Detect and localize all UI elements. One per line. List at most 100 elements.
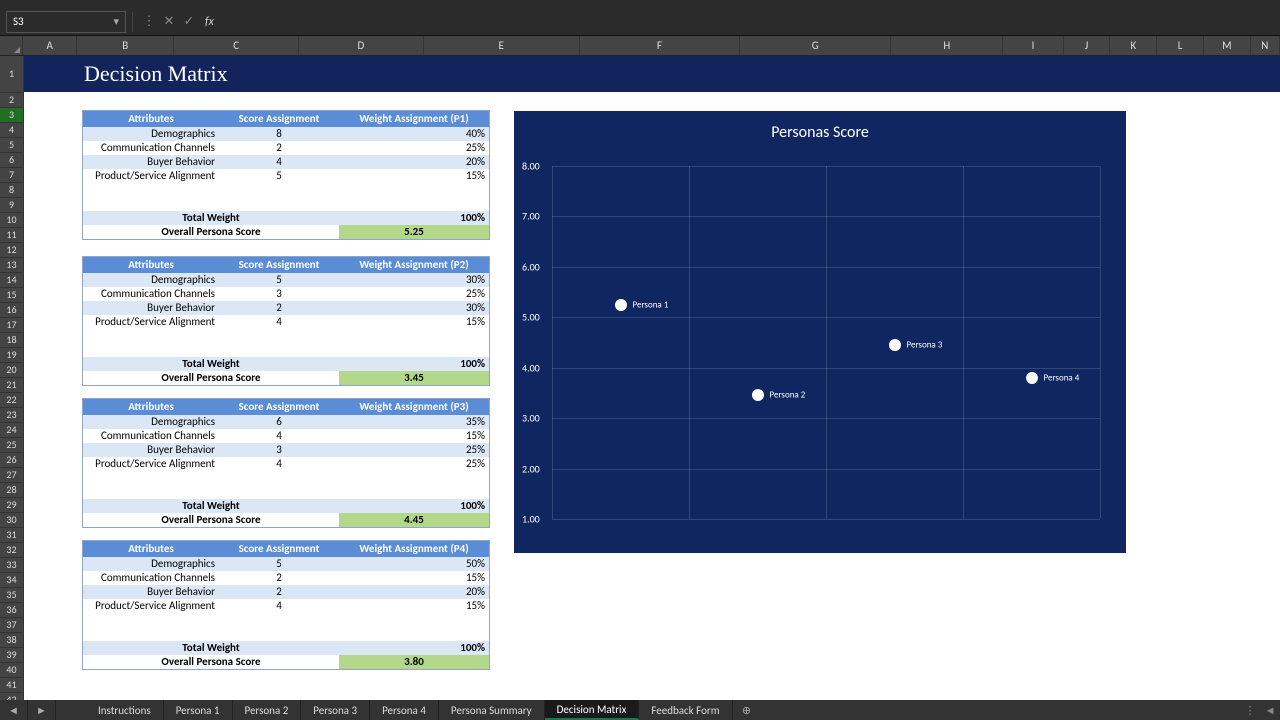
table-row[interactable]: Buyer Behavior420% [83, 155, 489, 169]
row-header-25[interactable]: 25 [0, 438, 23, 453]
row-header-24[interactable]: 24 [0, 423, 23, 438]
row-header-31[interactable]: 31 [0, 528, 23, 543]
name-box[interactable]: S3 ▾ [6, 11, 126, 33]
data-point[interactable] [889, 339, 901, 351]
row-header-20[interactable]: 20 [0, 363, 23, 378]
table-row[interactable]: Demographics635% [83, 415, 489, 429]
fx-icon[interactable]: fx [205, 15, 214, 29]
col-header-N[interactable]: N [1251, 36, 1280, 55]
col-header-G[interactable]: G [740, 36, 891, 55]
row-header-29[interactable]: 29 [0, 498, 23, 513]
row-header-4[interactable]: 4 [0, 123, 23, 138]
row-header-40[interactable]: 40 [0, 663, 23, 678]
table-row[interactable]: Communication Channels215% [83, 571, 489, 585]
row-header-18[interactable]: 18 [0, 333, 23, 348]
row-header-38[interactable]: 38 [0, 633, 23, 648]
sheet-tab[interactable]: Persona 2 [233, 700, 302, 720]
menu-icon[interactable]: ⋮ [139, 12, 159, 32]
row-header-7[interactable]: 7 [0, 168, 23, 183]
row-header-3[interactable]: 3 [0, 108, 23, 123]
select-all-corner[interactable] [0, 36, 23, 55]
sheet-tab[interactable]: Persona 4 [370, 700, 439, 720]
row-header-1[interactable]: 1 [0, 56, 23, 93]
formula-input[interactable] [222, 11, 1272, 33]
col-header-J[interactable]: J [1064, 36, 1111, 55]
row-header-30[interactable]: 30 [0, 513, 23, 528]
row-header-2[interactable]: 2 [0, 93, 23, 108]
col-header-I[interactable]: I [1003, 36, 1063, 55]
data-point[interactable] [1026, 372, 1038, 384]
tab-prev-icon[interactable]: ◄ [0, 700, 28, 720]
row-header-21[interactable]: 21 [0, 378, 23, 393]
col-header-L[interactable]: L [1157, 36, 1204, 55]
table-row[interactable]: Demographics530% [83, 273, 489, 287]
row-header-23[interactable]: 23 [0, 408, 23, 423]
row-header-5[interactable]: 5 [0, 138, 23, 153]
table-row[interactable]: Product/Service Alignment425% [83, 457, 489, 471]
row-header-15[interactable]: 15 [0, 288, 23, 303]
table-row[interactable]: Buyer Behavior220% [83, 585, 489, 599]
row-header-9[interactable]: 9 [0, 198, 23, 213]
table-row[interactable]: Demographics550% [83, 557, 489, 571]
row-header-41[interactable]: 41 [0, 678, 23, 693]
row-header-37[interactable]: 37 [0, 618, 23, 633]
personas-chart[interactable]: Personas Score 1.002.003.004.005.006.007… [514, 111, 1126, 553]
row-header-32[interactable]: 32 [0, 543, 23, 558]
sheet-tab[interactable]: Persona 1 [164, 700, 233, 720]
sheet-tab[interactable]: Persona Summary [439, 700, 545, 720]
row-header-26[interactable]: 26 [0, 453, 23, 468]
col-header-C[interactable]: C [174, 36, 299, 55]
persona-table-1: AttributesScore AssignmentWeight Assignm… [82, 110, 490, 240]
row-header-28[interactable]: 28 [0, 483, 23, 498]
table-header: AttributesScore AssignmentWeight Assignm… [83, 399, 489, 415]
row-header-19[interactable]: 19 [0, 348, 23, 363]
row-header-17[interactable]: 17 [0, 318, 23, 333]
row-header-13[interactable]: 13 [0, 258, 23, 273]
cancel-icon[interactable]: ✕ [159, 12, 179, 32]
sheet-tab[interactable]: Decision Matrix [545, 700, 640, 720]
tab-next-icon[interactable]: ► [28, 700, 56, 720]
sheet-tab[interactable]: Feedback Form [639, 700, 732, 720]
data-point[interactable] [752, 389, 764, 401]
col-header-B[interactable]: B [77, 36, 174, 55]
row-header-35[interactable]: 35 [0, 588, 23, 603]
row-header-14[interactable]: 14 [0, 273, 23, 288]
data-label: Persona 4 [1044, 372, 1080, 383]
sheet-canvas[interactable]: Decision Matrix Personas Score 1.002.003… [24, 56, 1280, 700]
col-header-H[interactable]: H [891, 36, 1003, 55]
table-row[interactable]: Product/Service Alignment415% [83, 599, 489, 613]
row-header-8[interactable]: 8 [0, 183, 23, 198]
sheet-tab[interactable]: Instructions [86, 700, 164, 720]
data-point[interactable] [615, 299, 627, 311]
row-header-27[interactable]: 27 [0, 468, 23, 483]
col-header-D[interactable]: D [299, 36, 424, 55]
chart-title: Personas Score [514, 111, 1126, 142]
row-header-36[interactable]: 36 [0, 603, 23, 618]
col-header-F[interactable]: F [580, 36, 741, 55]
table-row[interactable]: Communication Channels415% [83, 429, 489, 443]
table-row[interactable]: Communication Channels225% [83, 141, 489, 155]
table-row[interactable]: Communication Channels325% [83, 287, 489, 301]
sheet-tab[interactable]: Persona 3 [301, 700, 370, 720]
table-row[interactable]: Product/Service Alignment415% [83, 315, 489, 329]
col-header-E[interactable]: E [424, 36, 580, 55]
add-sheet-icon[interactable]: ⊕ [733, 700, 761, 720]
table-row[interactable]: Buyer Behavior325% [83, 443, 489, 457]
row-header-34[interactable]: 34 [0, 573, 23, 588]
row-header-11[interactable]: 11 [0, 228, 23, 243]
col-header-A[interactable]: A [23, 36, 77, 55]
table-row[interactable]: Buyer Behavior230% [83, 301, 489, 315]
row-header-16[interactable]: 16 [0, 303, 23, 318]
hscroll-controls[interactable]: ⋮◄ [1240, 700, 1280, 720]
row-header-33[interactable]: 33 [0, 558, 23, 573]
row-header-12[interactable]: 12 [0, 243, 23, 258]
row-header-22[interactable]: 22 [0, 393, 23, 408]
col-header-M[interactable]: M [1204, 36, 1251, 55]
row-header-10[interactable]: 10 [0, 213, 23, 228]
accept-icon[interactable]: ✓ [179, 12, 199, 32]
row-header-6[interactable]: 6 [0, 153, 23, 168]
col-header-K[interactable]: K [1110, 36, 1157, 55]
row-header-39[interactable]: 39 [0, 648, 23, 663]
table-row[interactable]: Product/Service Alignment515% [83, 169, 489, 183]
table-row[interactable]: Demographics840% [83, 127, 489, 141]
